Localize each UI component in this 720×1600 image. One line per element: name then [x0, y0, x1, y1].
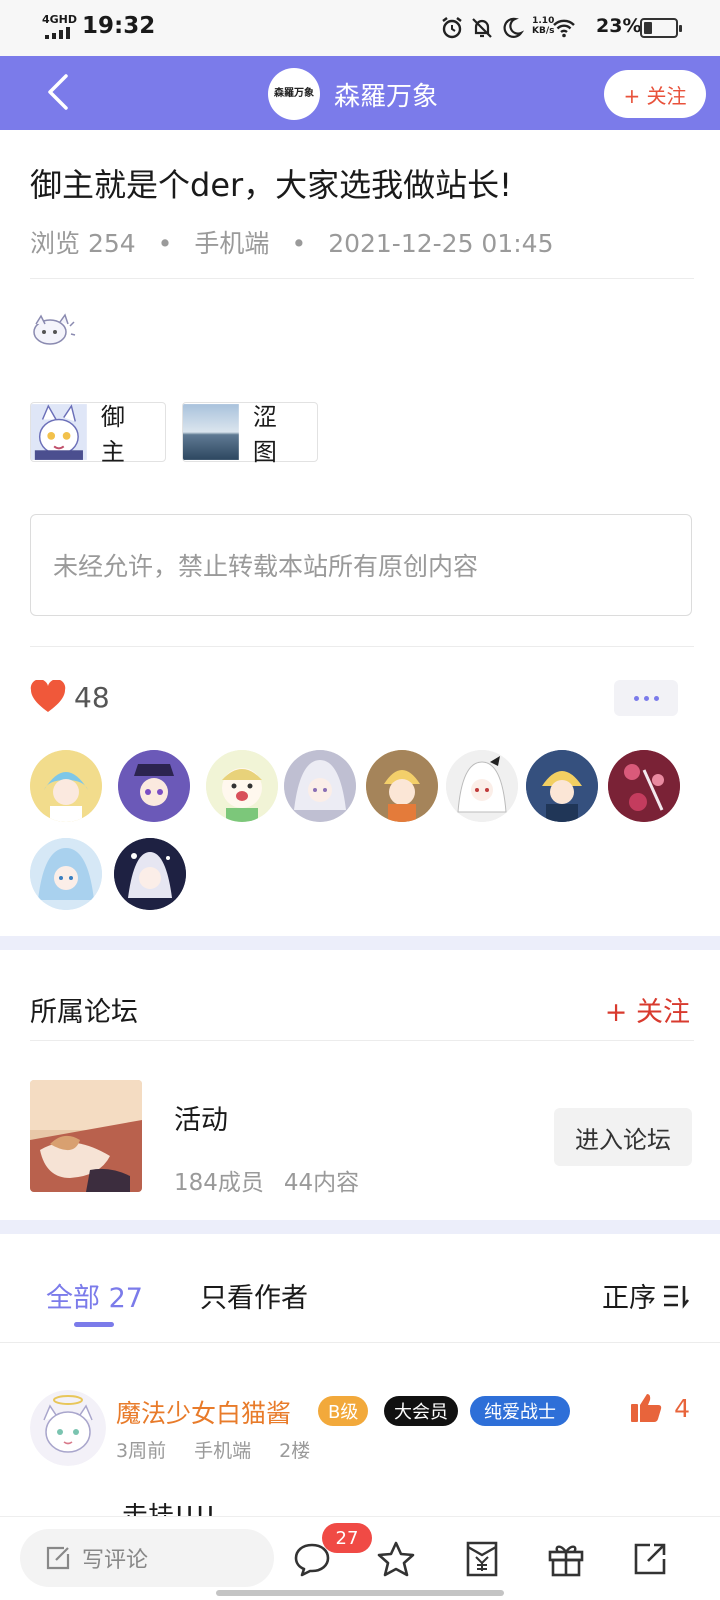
commenter-avatar[interactable]: [30, 1390, 106, 1466]
tag-chip-setu[interactable]: 涩图: [182, 402, 318, 466]
post-device: 手机端: [194, 229, 270, 258]
home-indicator: [216, 1590, 504, 1596]
clock: 19:32: [82, 13, 156, 39]
signal-icon: [45, 27, 70, 39]
thumbs-up-icon: [631, 1394, 662, 1422]
avatar-image-icon: [608, 750, 680, 822]
sort-order-button[interactable]: 正序: [602, 1276, 690, 1315]
sort-icon: [664, 1285, 690, 1309]
comment-floor: 2楼: [279, 1440, 311, 1462]
divider: [30, 1040, 694, 1041]
wifi-icon: [553, 19, 575, 38]
post-title: 御主就是个der，大家选我做站长!: [30, 166, 512, 204]
section-separator: [0, 1220, 720, 1234]
post-meta: 浏览 254 • 手机端 • 2021-12-25 01:45: [30, 229, 554, 258]
forum-name[interactable]: 活动: [174, 1098, 228, 1137]
site-logo[interactable]: 森羅万象: [268, 68, 320, 120]
star-icon[interactable]: [376, 1539, 416, 1579]
avatar-image-icon: [206, 750, 278, 822]
moon-icon: [503, 17, 524, 38]
avatar-image-icon: [526, 750, 598, 822]
avatar-image-icon: [30, 750, 102, 822]
avatar-image-icon: [114, 838, 186, 910]
tag-chip-yuzhu[interactable]: 御主: [30, 402, 166, 466]
sort-label: 正序: [602, 1283, 656, 1314]
view-count: 浏览 254: [30, 229, 136, 258]
forum-cover-image[interactable]: [30, 1080, 142, 1192]
write-comment-placeholder: 写评论: [82, 1548, 149, 1573]
follow-forum-button[interactable]: + 关注: [605, 990, 690, 1029]
reward-yuan-icon[interactable]: [462, 1539, 502, 1579]
mute-bell-icon: [472, 18, 492, 38]
tab-all-comments[interactable]: 全部 27: [46, 1276, 143, 1315]
battery-icon: [640, 18, 682, 38]
avatar-image-icon: [118, 750, 190, 822]
liker-avatar[interactable]: [114, 838, 186, 910]
avatar-image-icon: [284, 750, 356, 822]
forum-section-title: 所属论坛: [30, 997, 138, 1028]
liker-avatar[interactable]: [366, 750, 438, 822]
back-arrow-icon[interactable]: [38, 70, 82, 114]
site-title[interactable]: 森羅万象: [334, 76, 438, 113]
commenter-username[interactable]: 魔法少女白猫酱: [116, 1394, 291, 1430]
level-badge: B级: [318, 1396, 369, 1426]
like-count: 48: [74, 680, 110, 714]
more-button[interactable]: [614, 680, 678, 716]
bottom-action-bar: 写评论 27: [0, 1516, 720, 1600]
avatar-image-icon: [446, 750, 518, 822]
liker-avatar[interactable]: [206, 750, 278, 822]
comment-meta: 3周前 手机端 2楼: [116, 1436, 310, 1463]
status-bar: 4GHD 19:32 1.10 KB/s 23%: [0, 0, 720, 56]
heart-icon[interactable]: [30, 680, 66, 714]
avatar-image-icon: [30, 1390, 106, 1466]
forum-content-count: 44内容: [283, 1170, 360, 1196]
like-summary[interactable]: 48: [30, 680, 110, 714]
active-tab-indicator: [74, 1322, 114, 1327]
avatar-image-icon: [366, 750, 438, 822]
divider: [30, 646, 694, 647]
divider: [30, 278, 694, 279]
alarm-icon: [442, 17, 462, 39]
gift-icon[interactable]: [546, 1539, 586, 1579]
share-icon[interactable]: [630, 1539, 670, 1579]
liker-avatar[interactable]: [118, 750, 190, 822]
battery-percent: 23%: [596, 15, 642, 37]
comment-like-button[interactable]: 4: [630, 1392, 690, 1424]
comment-like-count: 4: [674, 1393, 690, 1423]
sticker-emoji-icon: [33, 313, 76, 345]
section-separator: [0, 936, 720, 950]
comment-device: 手机端: [194, 1440, 252, 1462]
enter-forum-button[interactable]: 进入论坛: [554, 1108, 692, 1166]
copyright-notice: 未经允许，禁止转载本站所有原创内容: [30, 514, 692, 616]
liker-avatar[interactable]: [284, 750, 356, 822]
liker-avatar[interactable]: [526, 750, 598, 822]
edit-icon: [46, 1546, 70, 1570]
vip-badge: 大会员: [384, 1396, 458, 1426]
tag-label: 涩图: [252, 403, 277, 466]
liker-avatar[interactable]: [446, 750, 518, 822]
title-badge: 纯爱战士: [470, 1396, 570, 1426]
sea-horizon-thumb-icon: [183, 404, 239, 460]
follow-site-button[interactable]: + 关注: [604, 70, 706, 118]
liker-avatar[interactable]: [608, 750, 680, 822]
write-comment-input[interactable]: 写评论: [20, 1529, 274, 1587]
tag-label: 御主: [100, 403, 125, 466]
more-dots-icon: [633, 695, 639, 701]
post-date: 2021-12-25 01:45: [328, 229, 554, 258]
divider: [0, 1342, 720, 1343]
forum-stats: 184成员 44内容: [174, 1163, 359, 1197]
avatar-image-icon: [30, 838, 102, 910]
tab-author-only[interactable]: 只看作者: [200, 1276, 308, 1315]
comment-time: 3周前: [116, 1440, 167, 1462]
anime-avatar-thumb-icon: [31, 404, 87, 460]
comment-count-badge: 27: [322, 1523, 372, 1553]
liker-avatar[interactable]: [30, 838, 102, 910]
forum-member-count: 184成员: [174, 1170, 264, 1196]
network-type: 4GHD: [42, 13, 78, 26]
top-nav-bar: 森羅万象 森羅万象 + 关注: [0, 56, 720, 130]
liker-avatar[interactable]: [30, 750, 102, 822]
